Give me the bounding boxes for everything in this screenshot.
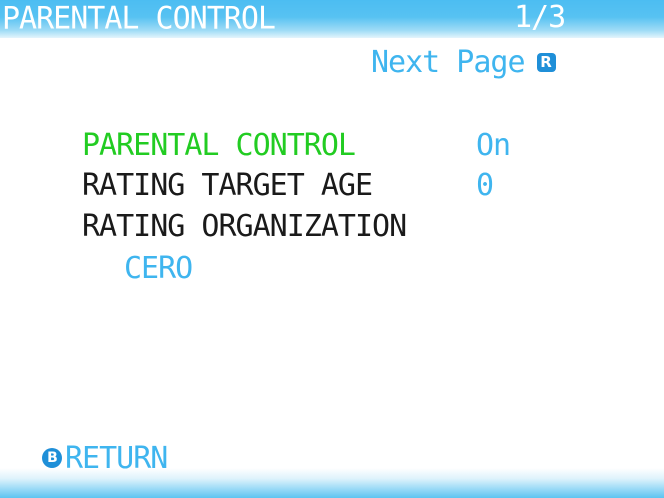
title-bar: PARENTAL CONTROL 1/3 — [0, 0, 664, 38]
next-page-label: Next Page — [371, 44, 526, 80]
return-button[interactable]: B RETURN — [42, 440, 168, 476]
return-label: RETURN — [65, 440, 168, 476]
rating-organization-value: CERO — [124, 251, 193, 286]
page-indicator: 1/3 — [514, 0, 566, 35]
b-button-icon: B — [42, 448, 62, 468]
next-page-button[interactable]: Next Page R — [371, 44, 556, 80]
rating-target-age-value: 0 — [476, 168, 494, 203]
page-title: PARENTAL CONTROL — [2, 0, 276, 37]
setting-rating-organization[interactable]: RATING ORGANIZATION — [82, 209, 407, 245]
setting-rating-target-age[interactable]: RATING TARGET AGE — [82, 168, 373, 204]
r-button-icon: R — [536, 52, 556, 72]
setting-parental-control[interactable]: PARENTAL CONTROL — [82, 128, 356, 164]
parental-control-value: On — [476, 128, 511, 163]
